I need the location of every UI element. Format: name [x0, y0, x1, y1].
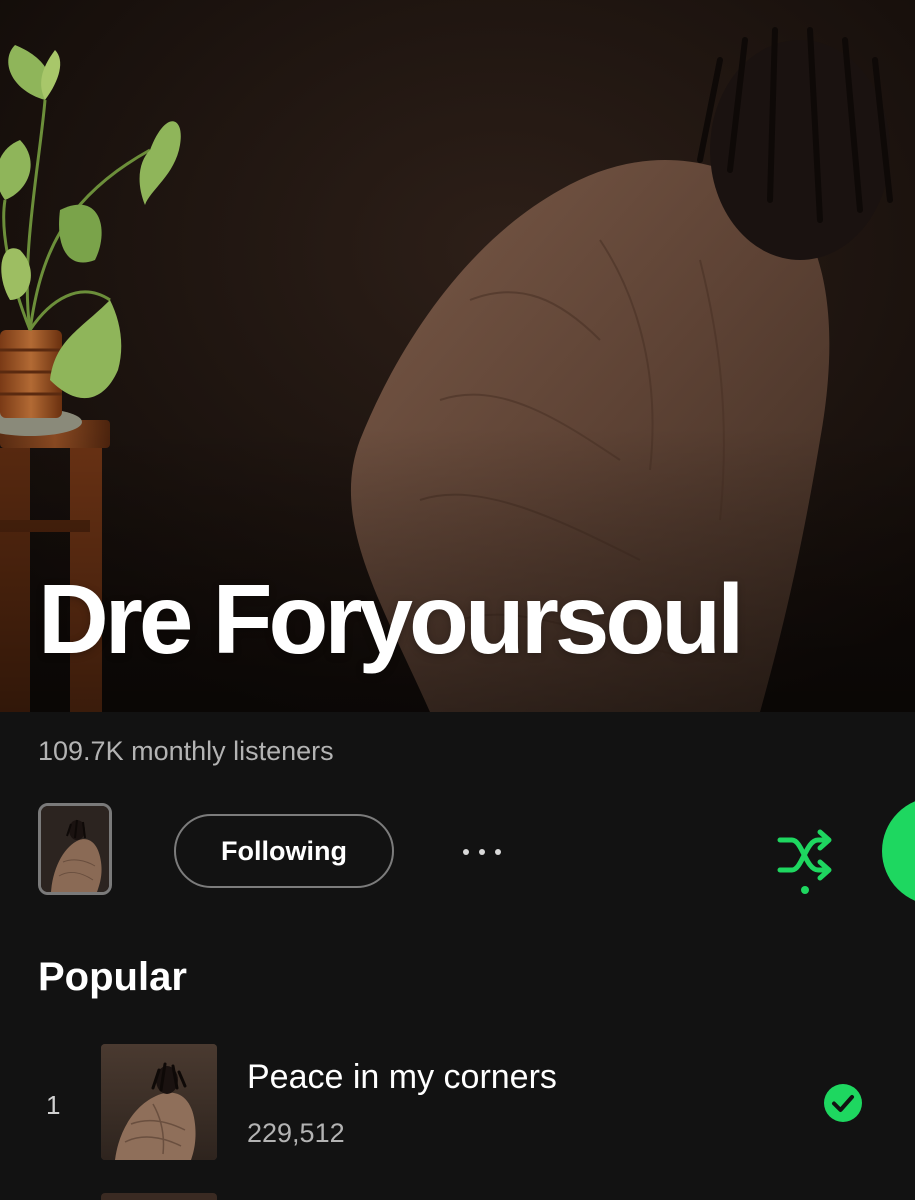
track-row[interactable]: 1 Peace in my corners 229,512: [0, 1040, 915, 1164]
saved-check-glyph: [824, 1084, 862, 1122]
popular-heading: Popular: [38, 955, 187, 999]
monthly-listeners: 109.7K monthly listeners: [38, 736, 334, 766]
more-dot: [463, 849, 469, 855]
more-options-icon[interactable]: [450, 830, 514, 874]
artist-hero-image: Dre Foryoursoul: [0, 0, 915, 712]
track-play-count: 229,512: [247, 1118, 345, 1148]
more-dot: [479, 849, 485, 855]
artist-cover-thumbnail[interactable]: [38, 803, 112, 895]
shuffle-icon-glyph: [777, 829, 832, 894]
cover-thumbnail-image: [41, 806, 109, 892]
saved-check-icon[interactable]: [824, 1084, 862, 1122]
track-artwork: [101, 1044, 217, 1160]
track-rank: 1: [46, 1090, 61, 1120]
play-button[interactable]: [882, 797, 915, 905]
track-title: Peace in my corners: [247, 1058, 557, 1096]
next-track-artwork-peek: [101, 1193, 217, 1200]
more-dot: [495, 849, 501, 855]
shuffle-icon[interactable]: [772, 822, 840, 898]
following-button[interactable]: Following: [174, 814, 394, 888]
track-artwork-image: [101, 1044, 217, 1160]
artist-page: Dre Foryoursoul 109.7K monthly listeners…: [0, 0, 915, 1200]
artist-name: Dre Foryoursoul: [38, 564, 744, 674]
